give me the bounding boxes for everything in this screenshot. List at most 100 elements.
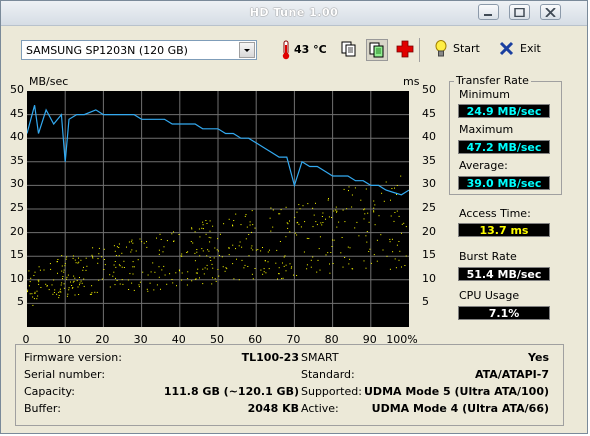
drive-select[interactable]: SAMSUNG SP1203N (120 GB) xyxy=(21,40,257,60)
access-time-point xyxy=(228,218,230,220)
x-tick: 20 xyxy=(95,333,110,346)
access-time-point xyxy=(287,227,289,229)
access-time-point xyxy=(133,289,135,291)
start-icon-button[interactable] xyxy=(431,39,453,61)
access-time-point xyxy=(89,293,91,295)
access-time-point xyxy=(336,211,337,213)
access-time-point xyxy=(194,252,196,254)
minimize-button[interactable] xyxy=(478,4,499,20)
exit-button[interactable]: Exit xyxy=(520,42,541,55)
access-time-point xyxy=(85,257,87,259)
access-time-point xyxy=(232,224,233,226)
access-time-point xyxy=(363,260,365,262)
access-time-point xyxy=(205,233,207,235)
access-time-point xyxy=(147,290,149,292)
access-time-point xyxy=(34,293,36,294)
access-time-point xyxy=(78,294,80,295)
access-time-point xyxy=(160,239,162,240)
access-time-point xyxy=(74,259,76,261)
access-time-point xyxy=(72,257,74,259)
chevron-down-icon[interactable] xyxy=(239,42,255,58)
access-time-point xyxy=(306,264,308,266)
access-time-point xyxy=(405,255,407,257)
access-time-point xyxy=(284,255,286,257)
access-time-point xyxy=(67,293,69,295)
access-time-point xyxy=(327,199,329,201)
start-button[interactable]: Start xyxy=(453,42,480,55)
access-time-point xyxy=(279,241,281,242)
access-time-point xyxy=(203,273,205,275)
x-tick: 10 xyxy=(57,333,72,346)
access-time-point xyxy=(218,250,219,252)
minimum-label: Minimum xyxy=(459,88,510,101)
access-time-point xyxy=(202,228,204,230)
access-time-point xyxy=(135,250,137,252)
access-time-point xyxy=(92,256,93,258)
access-time-point xyxy=(351,268,353,270)
access-time-point xyxy=(246,226,248,228)
access-time-point xyxy=(233,220,235,221)
access-time-point xyxy=(214,278,216,280)
access-time-point xyxy=(268,268,270,270)
standard-value: ATA/ATAPI-7 xyxy=(474,368,549,381)
access-time-point xyxy=(103,269,105,270)
access-time-point xyxy=(63,269,65,271)
access-time-point xyxy=(202,221,204,223)
save-button[interactable] xyxy=(366,39,388,61)
access-time-point xyxy=(121,279,123,281)
y-tick-left: 5 xyxy=(17,295,24,309)
exit-icon-button[interactable] xyxy=(497,39,519,61)
access-time-point xyxy=(63,287,65,289)
access-time-point xyxy=(336,210,338,212)
access-time-point xyxy=(294,216,296,218)
access-time-point xyxy=(265,272,267,274)
access-time-point xyxy=(331,246,333,247)
access-time-point xyxy=(325,254,327,256)
access-time-point xyxy=(241,246,243,248)
access-time-point xyxy=(186,284,188,286)
access-time-point xyxy=(123,267,125,268)
access-time-point xyxy=(235,213,237,215)
access-time-point xyxy=(351,194,353,196)
title-bar[interactable]: HD Tune 1.00 xyxy=(1,1,587,26)
health-button[interactable] xyxy=(395,39,417,61)
maximize-button[interactable] xyxy=(509,4,530,20)
access-time-point xyxy=(57,259,59,260)
access-time-point xyxy=(57,272,58,274)
access-time-point xyxy=(378,215,380,217)
access-time-label: Access Time: xyxy=(459,207,531,220)
access-time-point xyxy=(300,226,302,228)
access-time-point xyxy=(150,271,152,273)
copy-button[interactable] xyxy=(339,39,361,61)
exit-x-icon xyxy=(499,41,514,56)
access-time-point xyxy=(272,209,274,211)
access-time-point xyxy=(197,268,199,270)
save-screenshot-icon xyxy=(369,42,384,58)
access-time-point xyxy=(187,251,189,253)
access-time-point xyxy=(289,231,291,233)
access-time-point xyxy=(209,220,211,222)
access-time-point xyxy=(132,266,134,268)
lightbulb-icon xyxy=(435,40,447,57)
access-time-point xyxy=(279,213,281,215)
access-time-point xyxy=(267,261,269,263)
access-time-point xyxy=(390,215,392,217)
access-time-point xyxy=(312,207,314,209)
access-time-point xyxy=(252,224,254,226)
access-time-point xyxy=(172,282,174,284)
close-button[interactable] xyxy=(540,4,561,20)
access-time-point xyxy=(98,247,100,249)
smart-label: SMART xyxy=(301,351,339,364)
access-time-point xyxy=(199,236,201,238)
window-title: HD Tune 1.00 xyxy=(249,6,339,19)
access-time-point xyxy=(389,238,391,240)
supported-label: Supported: xyxy=(301,385,362,398)
access-time-point xyxy=(77,286,79,288)
access-time-point xyxy=(72,255,74,257)
app-window: HD Tune 1.00 SAMSUNG SP1203N (120 GB) 43… xyxy=(0,0,588,434)
access-time-point xyxy=(398,259,400,261)
access-time-point xyxy=(283,265,285,267)
access-time-point xyxy=(281,278,283,280)
access-time-point xyxy=(276,249,278,251)
access-time-point xyxy=(368,251,370,252)
